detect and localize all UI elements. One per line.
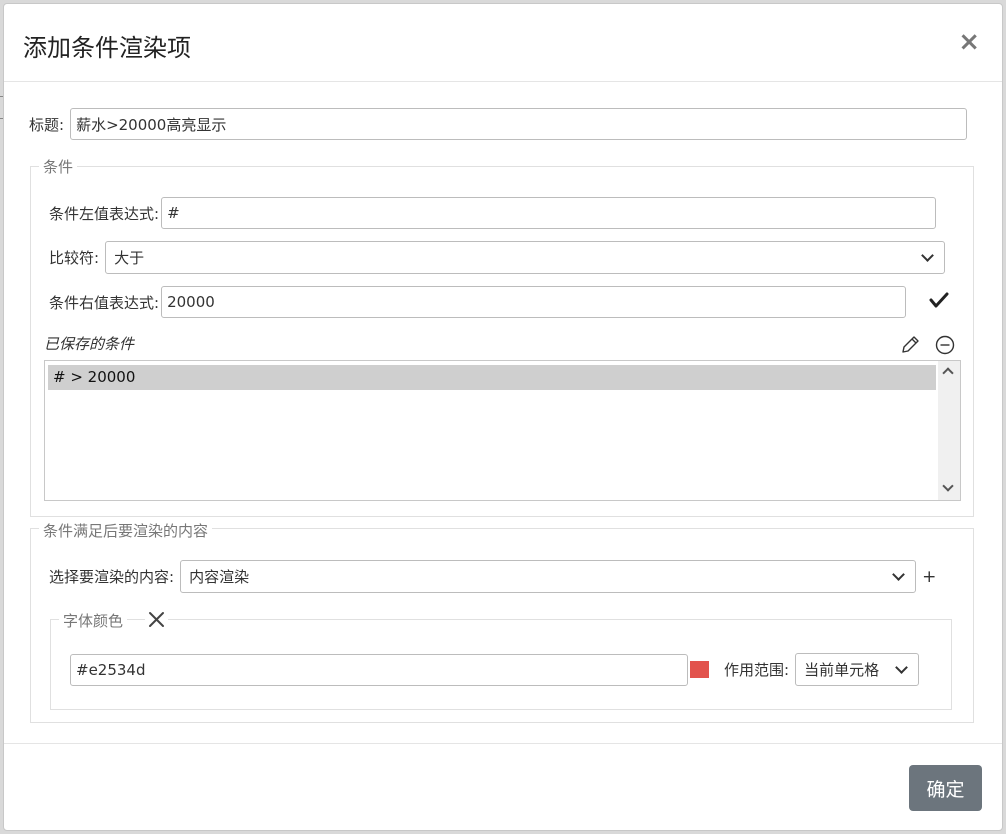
chevron-down-icon — [895, 660, 908, 674]
scrollbar[interactable] — [938, 361, 960, 500]
x-icon[interactable] — [145, 611, 168, 632]
confirm-button[interactable]: 确定 — [909, 765, 982, 811]
pencil-icon[interactable] — [900, 335, 920, 359]
color-swatch[interactable] — [690, 661, 709, 678]
minus-circle-icon[interactable] — [935, 335, 955, 359]
list-item[interactable]: # > 20000 — [48, 365, 936, 390]
saved-conditions-list[interactable]: # > 20000 — [44, 360, 961, 501]
scope-select[interactable]: 当前单元格 — [795, 653, 920, 686]
left-expr-input[interactable] — [161, 197, 937, 229]
modal-header: 添加条件渲染项 × — [4, 4, 1002, 82]
title-input[interactable] — [70, 108, 968, 140]
comparator-label: 比较符: — [49, 249, 100, 267]
render-select-label: 选择要渲染的内容: — [49, 568, 175, 586]
footer-divider — [4, 743, 1002, 744]
checkmark-icon[interactable] — [929, 291, 949, 313]
comparator-row: 比较符: 大于 — [49, 241, 946, 274]
title-row: 标题: — [29, 108, 968, 140]
modal-dialog: 添加条件渲染项 × 标题: 条件 条件左值表达式: 比较符: 大于 条件右值表达… — [3, 3, 1003, 831]
left-expr-label: 条件左值表达式: — [49, 204, 160, 223]
chevron-down-icon — [892, 567, 905, 581]
scope-selected-value: 当前单元格 — [804, 661, 880, 679]
font-color-row: 作用范围: 当前单元格 — [70, 653, 920, 686]
saved-conditions-label: 已保存的条件 — [44, 335, 135, 353]
scope-label: 作用范围: — [724, 661, 790, 679]
close-button[interactable]: × — [958, 28, 980, 56]
scroll-down-icon[interactable] — [942, 480, 954, 492]
render-legend: 条件满足后要渲染的内容 — [39, 520, 213, 541]
font-color-input[interactable] — [70, 653, 688, 686]
render-select-row: 选择要渲染的内容: 内容渲染 + — [49, 560, 936, 593]
title-label: 标题: — [29, 115, 65, 134]
close-icon: × — [958, 27, 980, 57]
left-expr-row: 条件左值表达式: — [49, 197, 937, 229]
dialog-title: 添加条件渲染项 — [23, 34, 191, 62]
comparator-selected-value: 大于 — [114, 249, 145, 267]
comparator-select[interactable]: 大于 — [105, 241, 946, 274]
chevron-down-icon — [921, 248, 934, 262]
condition-legend: 条件 — [39, 156, 78, 177]
render-content-select[interactable]: 内容渲染 — [180, 560, 917, 593]
right-expr-input[interactable] — [161, 286, 907, 318]
add-render-button[interactable]: + — [922, 567, 936, 587]
scroll-up-icon[interactable] — [942, 367, 954, 379]
render-selected-value: 内容渲染 — [189, 568, 250, 586]
right-expr-row: 条件右值表达式: — [49, 286, 907, 318]
right-expr-label: 条件右值表达式: — [49, 293, 160, 312]
font-color-legend: 字体颜色 — [59, 610, 128, 631]
